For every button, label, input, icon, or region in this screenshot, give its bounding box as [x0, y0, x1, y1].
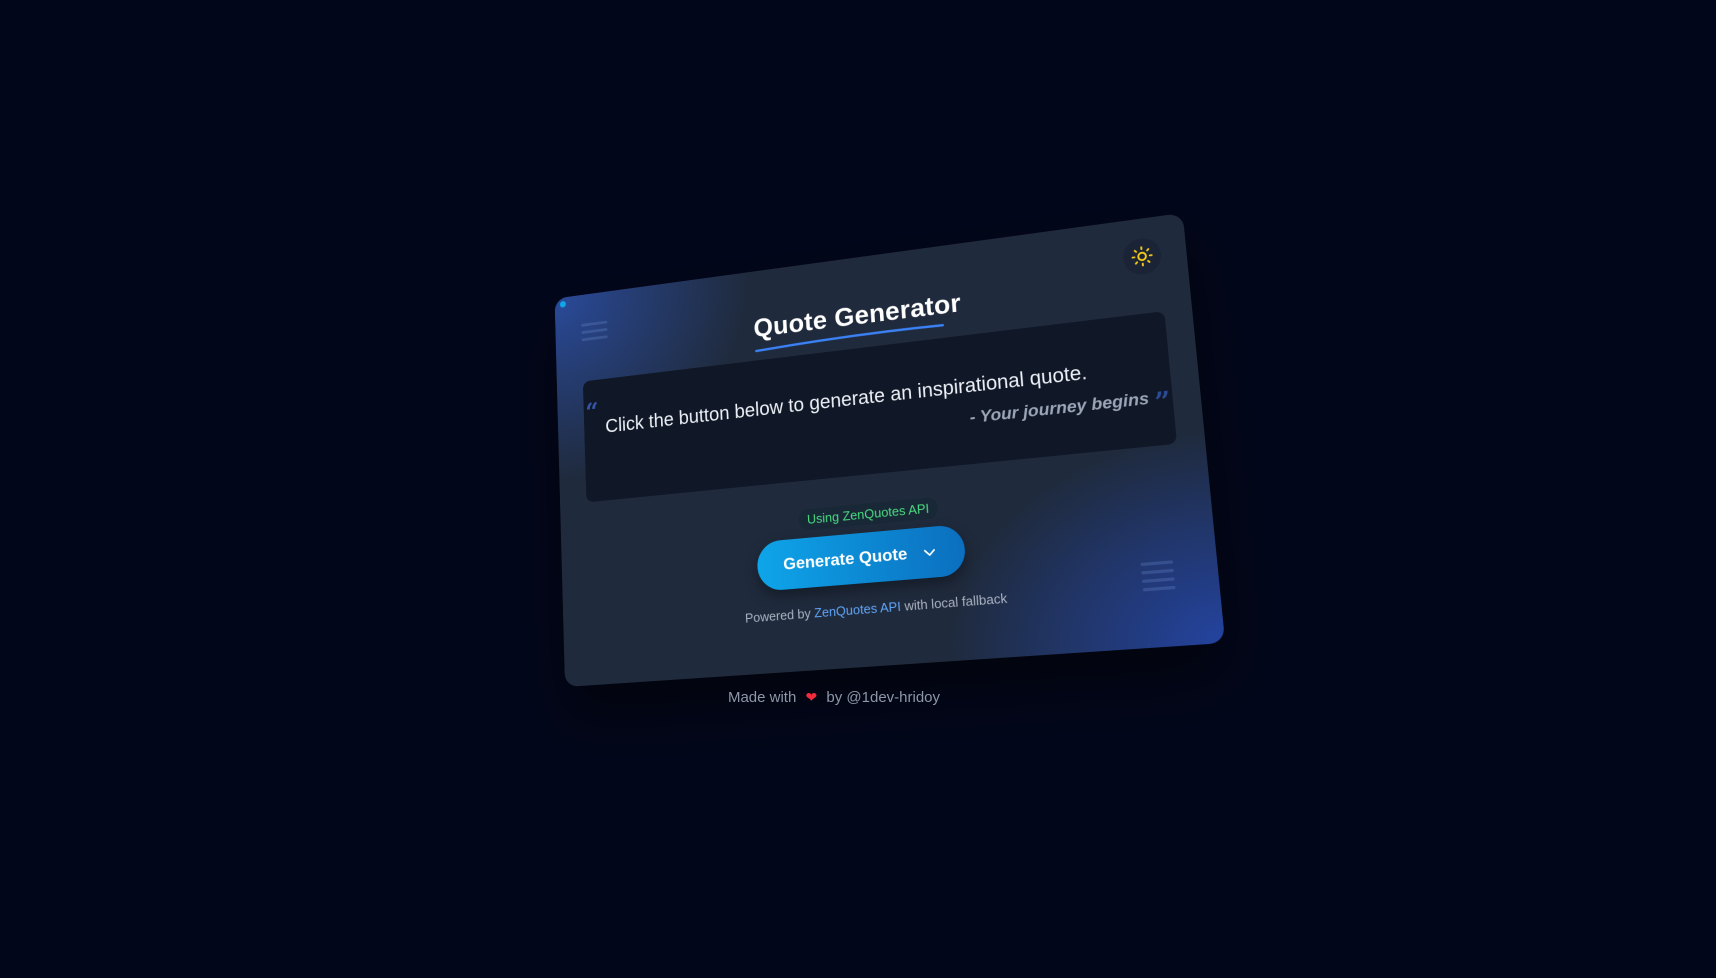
page-stage: Quote Generator “ Click the button below… — [0, 0, 1716, 978]
powered-by-suffix: with local fallback — [903, 590, 1008, 614]
api-status-badge: Using ZenQuotes API — [798, 496, 938, 531]
chevron-down-icon — [921, 544, 938, 562]
heart-icon: ❤ — [805, 689, 818, 705]
powered-by-text: Powered by ZenQuotes API with local fall… — [563, 574, 1220, 640]
footer-suffix: by @1dev-hridoy — [826, 689, 941, 706]
generate-quote-button[interactable]: Generate Quote — [756, 523, 967, 592]
footer-prefix: Made with — [727, 689, 797, 706]
corner-dot — [559, 300, 566, 308]
quote-text: Click the button below to generate an in… — [605, 361, 1088, 438]
powered-by-prefix: Powered by — [744, 605, 812, 626]
quote-card: Quote Generator “ Click the button below… — [554, 212, 1226, 688]
generate-quote-label: Generate Quote — [782, 544, 908, 574]
open-quote-icon: “ — [585, 398, 600, 428]
zenquotes-link[interactable]: ZenQuotes API — [814, 599, 901, 621]
footer: Made with ❤ by @1dev-hridoy — [0, 689, 1668, 706]
close-quote-icon: ” — [1153, 386, 1173, 419]
